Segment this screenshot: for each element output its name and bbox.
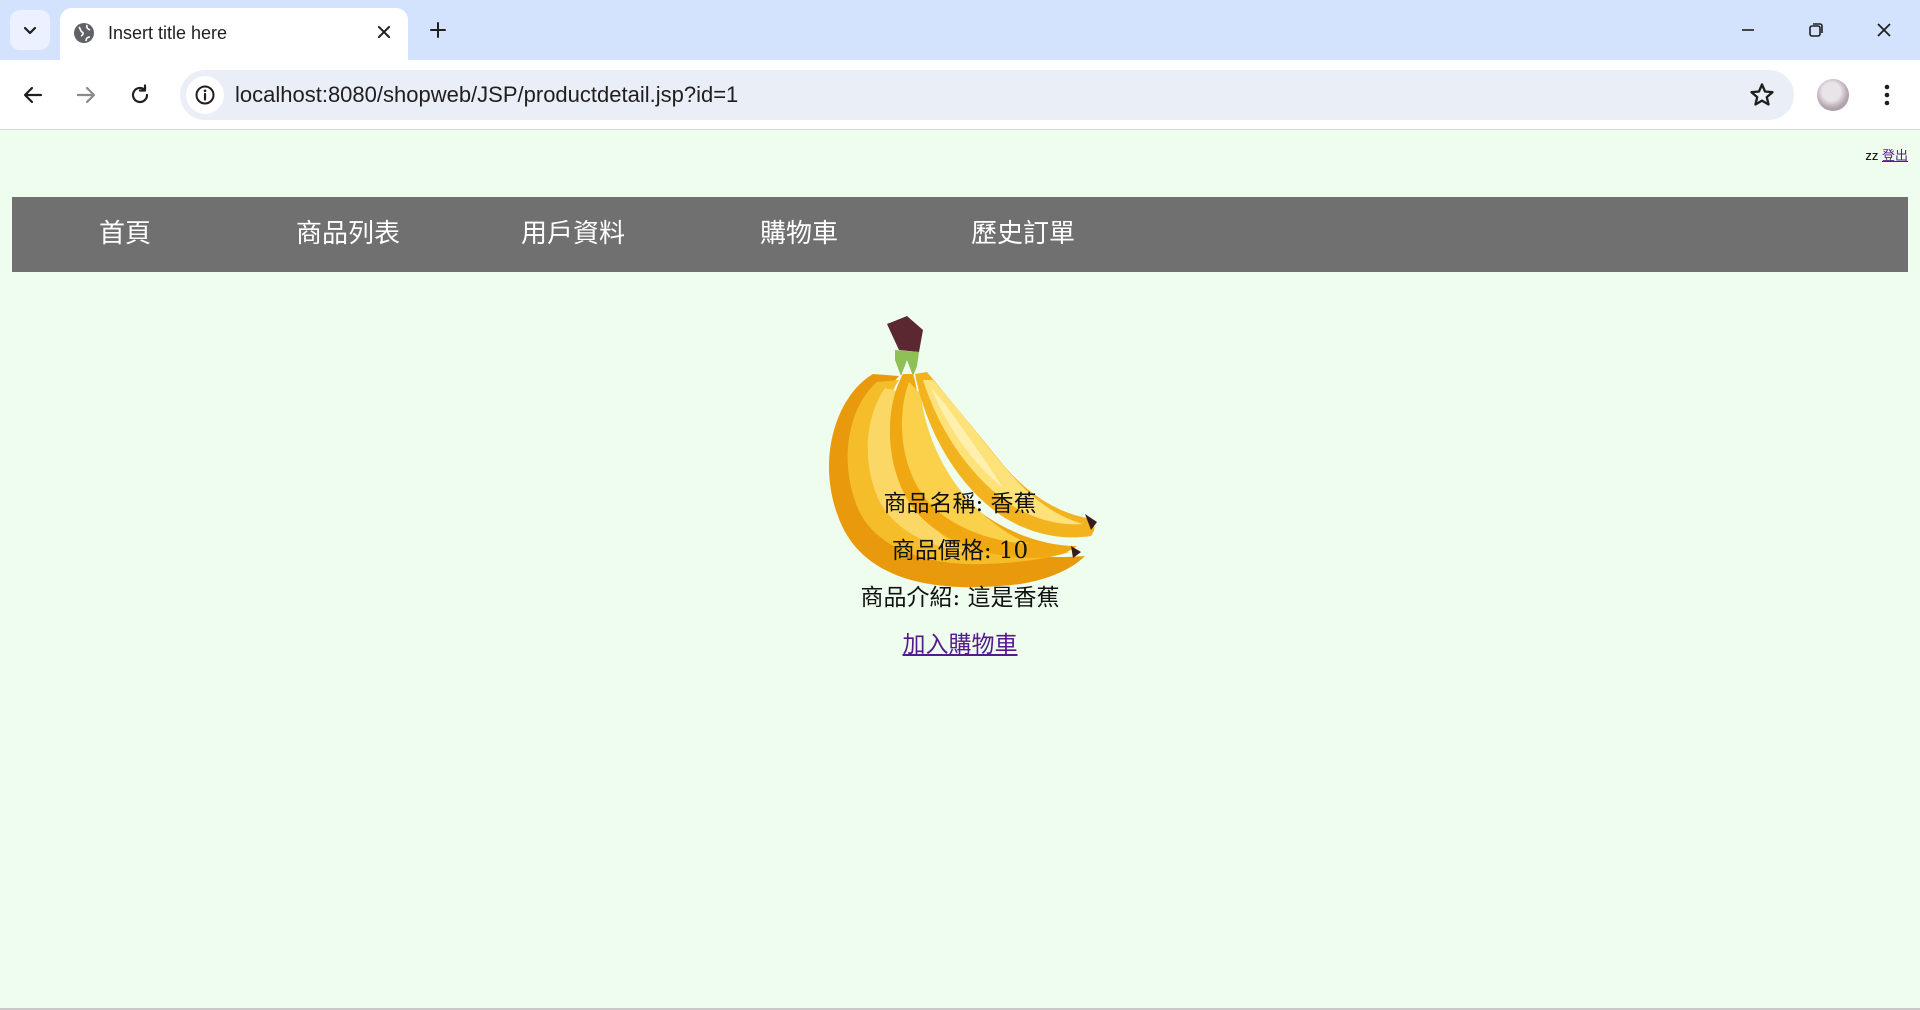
user-bar: zz 登出 <box>1865 145 1908 164</box>
back-button[interactable] <box>13 75 53 115</box>
profile-avatar[interactable] <box>1817 79 1849 111</box>
info-icon <box>195 85 215 105</box>
star-icon[interactable] <box>1748 81 1776 109</box>
arrow-left-icon <box>23 86 43 104</box>
address-bar[interactable]: localhost:8080/shopweb/JSP/productdetail… <box>180 70 1794 120</box>
minimize-icon <box>1742 29 1754 31</box>
nav-item-home[interactable]: 首頁 <box>99 197 151 272</box>
tab-title: Insert title here <box>108 23 228 43</box>
site-info-button[interactable] <box>186 76 224 114</box>
close-icon <box>1877 23 1891 37</box>
add-to-cart-row: 加入購物車 <box>0 630 1920 660</box>
add-to-cart-link[interactable]: 加入購物車 <box>903 632 1018 658</box>
arrow-right-icon <box>76 86 96 104</box>
product-price: 商品價格: 10 <box>891 538 1029 564</box>
browser-menu-button[interactable] <box>1870 75 1904 115</box>
minimize-button[interactable] <box>1726 10 1770 50</box>
forward-button[interactable] <box>66 75 106 115</box>
nav-item-user-profile[interactable]: 用戶資料 <box>521 197 625 272</box>
logout-link[interactable]: 登出 <box>1882 148 1908 163</box>
chevron-down-icon <box>23 26 37 35</box>
nav-item-cart[interactable]: 購物車 <box>760 197 838 272</box>
tab-strip: Insert title here <box>0 0 1920 60</box>
product-description: 商品介紹: 這是香蕉 <box>860 585 1060 611</box>
plus-icon <box>430 22 446 38</box>
close-window-button[interactable] <box>1862 10 1906 50</box>
page-content: zz 登出 首頁 商品列表 用戶資料 購物車 歷史訂單 商品名稱: 香蕉 商品價… <box>0 131 1920 1010</box>
reload-icon <box>131 84 149 104</box>
restore-icon <box>1809 23 1823 37</box>
globe-icon <box>74 23 94 43</box>
tab-search-button[interactable] <box>10 10 50 50</box>
more-vert-icon <box>1884 84 1890 106</box>
nav-item-product-list[interactable]: 商品列表 <box>296 197 400 272</box>
nav-item-order-history[interactable]: 歷史訂單 <box>971 197 1075 272</box>
reload-button[interactable] <box>120 75 160 115</box>
main-navbar: 首頁 商品列表 用戶資料 購物車 歷史訂單 <box>12 197 1908 272</box>
product-name: 商品名稱: 香蕉 <box>883 491 1037 517</box>
restore-button[interactable] <box>1794 10 1838 50</box>
browser-tab[interactable]: Insert title here <box>60 8 408 60</box>
url-text: localhost:8080/shopweb/JSP/productdetail… <box>235 82 739 107</box>
new-tab-button[interactable] <box>422 14 454 46</box>
tab-close-button[interactable] <box>370 18 398 46</box>
browser-toolbar: localhost:8080/shopweb/JSP/productdetail… <box>0 60 1920 130</box>
username: zz <box>1865 148 1879 163</box>
close-icon <box>378 26 390 38</box>
